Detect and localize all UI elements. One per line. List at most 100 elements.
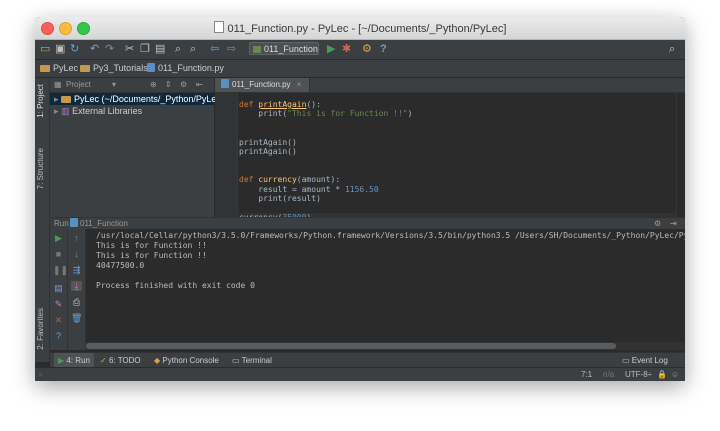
close-tab-icon[interactable]: × (297, 80, 302, 89)
run-console[interactable]: /usr/local/Cellar/python3/3.5.0/Framewor… (86, 229, 685, 350)
cut-icon[interactable]: ✂ (125, 42, 134, 56)
open-folder-icon[interactable]: ▭ (40, 42, 50, 56)
toggle-tool-windows-icon[interactable]: ▫ (39, 368, 42, 381)
run-config-label: 011_Function (264, 44, 318, 54)
sync-icon[interactable]: ↻ (70, 42, 79, 56)
run-toolbar-left: ▶ ■ ❚❚ ▤ ✎ ✕ ? (50, 229, 68, 350)
main-toolbar: ▭ ▣ ↻ ↶ ↷ ✂ ❐ ▤ ⌕ ⌕ ⇦ ⇨ 011_Function ▾ ▶… (35, 40, 685, 67)
run-panel-header: Run 011_Function ⚙ ⇥ (50, 217, 685, 229)
paste-icon[interactable]: ▤ (155, 42, 165, 56)
pause-icon[interactable]: ❚❚ (53, 265, 68, 275)
back-icon[interactable]: ⇦ (210, 42, 219, 56)
undo-icon[interactable]: ↶ (90, 42, 99, 56)
close-icon[interactable]: ✕ (53, 315, 64, 325)
expand-icon[interactable]: ▸ (54, 94, 59, 104)
console-line: 40477500.0 (96, 261, 145, 270)
gear-icon[interactable]: ⚙ (180, 78, 187, 92)
rerun-icon[interactable]: ▶ (53, 233, 64, 243)
stop-icon[interactable]: ■ (53, 249, 64, 259)
favorites-tool-tab[interactable]: 2: Favorites (36, 308, 45, 350)
scroll-from-source-icon[interactable]: ⊕ (150, 78, 157, 92)
run-label: Run (54, 219, 69, 228)
project-panel-header: ▦ Project ▾ ⊕ ⇕ ⚙ ⇤ (50, 78, 214, 93)
scroll-to-end-icon[interactable]: ⤓ (71, 281, 82, 291)
search-everywhere-icon[interactable]: ⌕ (669, 42, 675, 56)
file-encoding[interactable]: UTF-8÷ (625, 368, 652, 381)
collapse-icon[interactable]: ⇕ (165, 78, 172, 92)
lock-icon[interactable]: 🔒 (657, 368, 667, 381)
status-bar: ▫ 7:1 n/a UTF-8÷ 🔒 ☺ (35, 367, 685, 381)
pin-icon[interactable]: ✎ (53, 299, 64, 309)
breadcrumb-py3-tutorials[interactable]: Py3_Tutorials (80, 62, 148, 75)
console-line: Process finished with exit code 0 (96, 281, 255, 290)
python-file-icon (147, 63, 155, 72)
window-title: 011_Function.py - PyLec - [~/Documents/_… (35, 21, 685, 35)
forward-icon[interactable]: ⇨ (227, 42, 236, 56)
bottom-tool-tabs: ▶ 4: Run ✓ 6: TODO ◆ Python Console ▭ Te… (50, 352, 685, 368)
tab-python-console[interactable]: ◆ Python Console (154, 353, 219, 368)
code-line: print(result) (239, 193, 321, 203)
project-view-select[interactable]: Project (66, 78, 91, 92)
editor-tabs: 011_Function.py × (215, 78, 685, 93)
soft-wrap-icon[interactable]: ⇶ (71, 265, 82, 275)
tab-terminal[interactable]: ▭ Terminal (232, 353, 272, 368)
python-icon: ◆ (154, 356, 161, 365)
code-line: def currency(amount): (239, 175, 341, 185)
library-icon: ▥ (61, 106, 70, 116)
expand-icon[interactable]: ▸ (54, 106, 59, 116)
debug-icon[interactable]: ✱ (342, 42, 351, 56)
settings-icon[interactable]: ⚙ (362, 42, 372, 56)
console-horizontal-scrollbar[interactable] (86, 342, 685, 350)
inspector-icon[interactable]: ☺ (671, 368, 679, 381)
code-line: printAgain() (239, 137, 297, 147)
redo-icon[interactable]: ↷ (105, 42, 114, 56)
caret-position[interactable]: 7:1 (581, 368, 592, 381)
run-configuration-select[interactable]: 011_Function ▾ (249, 42, 319, 67)
run-config-name: 011_Function (80, 219, 128, 228)
tab-011-function[interactable]: 011_Function.py × (215, 78, 311, 92)
editor-gutter (215, 93, 238, 222)
up-stack-icon[interactable]: ↑ (71, 233, 82, 243)
line-separator: n/a (603, 370, 615, 379)
todo-icon: ✓ (100, 356, 107, 365)
copy-icon[interactable]: ❐ (140, 42, 150, 56)
restore-layout-icon[interactable]: ▤ (53, 283, 64, 293)
trash-icon[interactable]: 🗑 (71, 313, 82, 323)
replace-icon[interactable]: ⌕ (190, 42, 196, 56)
breadcrumb-file[interactable]: 011_Function.py (147, 62, 224, 75)
code-line: printAgain() (239, 146, 297, 156)
structure-tool-tab[interactable]: 7: Structure (36, 148, 45, 189)
project-tree: ▸ PyLec (~/Documents/_Python/PyLec) ▸ ▥ … (50, 93, 224, 117)
code-area[interactable]: def printAgain(): print("This is for Fun… (239, 100, 684, 223)
dropdown-icon[interactable]: ▾ (112, 78, 116, 92)
help-icon[interactable]: ? (380, 42, 387, 56)
tree-item-external-libraries[interactable]: ▸ ▥ External Libraries (50, 105, 214, 117)
print-icon[interactable]: ⎙ (71, 297, 82, 307)
gear-icon[interactable]: ⚙ (654, 218, 661, 229)
down-stack-icon[interactable]: ↓ (71, 249, 82, 259)
save-icon[interactable]: ▣ (55, 42, 65, 56)
tab-event-log[interactable]: ▭ Event Log (622, 353, 668, 368)
hide-icon[interactable]: ⇤ (196, 78, 203, 92)
editor-scrollbar[interactable] (676, 93, 685, 222)
document-icon (213, 21, 224, 33)
scrollbar-thumb[interactable] (86, 343, 616, 349)
tab-run[interactable]: ▶ 4: Run (54, 353, 94, 368)
breadcrumb-pylec[interactable]: PyLec (40, 62, 78, 75)
tree-item-pylec[interactable]: ▸ PyLec (~/Documents/_Python/PyLec) (50, 93, 224, 105)
project-panel: ▦ Project ▾ ⊕ ⇕ ⚙ ⇤ ▸ PyLec (~/Documents… (50, 78, 224, 222)
hide-icon[interactable]: ⇥ (670, 218, 677, 229)
tab-todo[interactable]: ✓ 6: TODO (100, 353, 141, 368)
run-icon[interactable]: ▶ (327, 42, 335, 56)
run-toolbar-right: ↑ ↓ ⇶ ⤓ ⎙ 🗑 (68, 229, 86, 350)
terminal-icon: ▭ (232, 356, 240, 365)
code-line: result = amount * 1156.50 (239, 184, 379, 194)
project-tool-tab[interactable]: 1: Project (36, 84, 45, 118)
find-icon[interactable]: ⌕ (175, 42, 181, 56)
code-line: print("This is for Function !!") (239, 109, 413, 119)
help-icon[interactable]: ? (53, 331, 64, 341)
title-bar: 011_Function.py - PyLec - [~/Documents/_… (35, 17, 685, 40)
